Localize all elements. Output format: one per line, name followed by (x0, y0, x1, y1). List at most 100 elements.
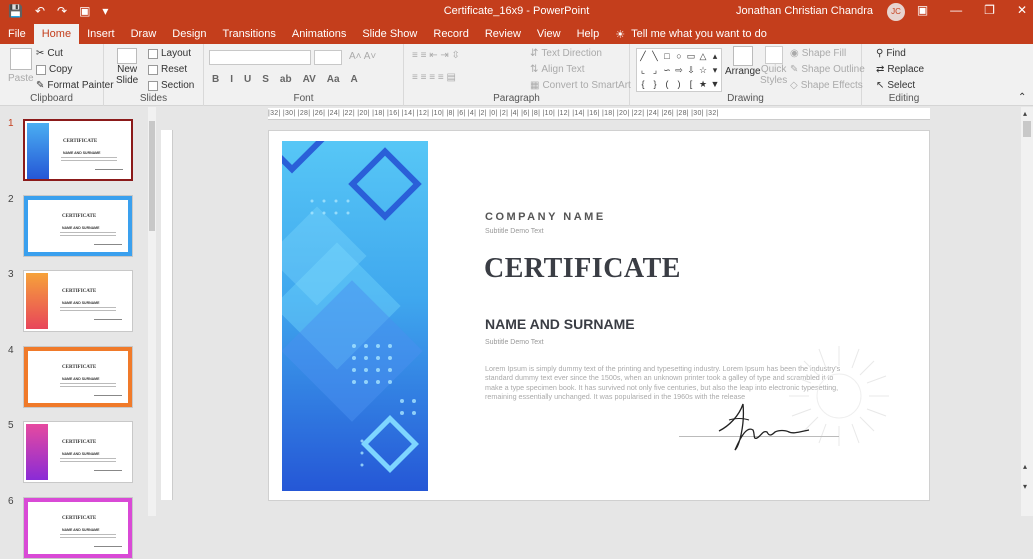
collapse-ribbon-icon[interactable]: ⌃ (1018, 92, 1026, 103)
shape-fill-button[interactable]: ◉ Shape Fill (790, 48, 846, 59)
slide-thumbnail[interactable]: CERTIFICATE NAME AND SURNAME (23, 119, 133, 181)
italic-button[interactable]: I (230, 74, 233, 85)
slide-scroll-thumb[interactable] (1023, 121, 1031, 137)
rect2-icon[interactable]: ▭ (685, 49, 697, 63)
subtitle-1[interactable]: Subtitle Demo Text (485, 228, 544, 235)
thumbnails-scrollbar[interactable] (148, 107, 156, 516)
company-name[interactable]: COMPANY NAME (485, 211, 606, 223)
format-painter-button[interactable]: ✎ Format Painter (36, 80, 114, 91)
font-size-box[interactable] (314, 50, 342, 65)
tab-file[interactable]: File (0, 24, 34, 44)
cursor-icon: ↖ (876, 80, 885, 91)
shape-outline-button[interactable]: ✎ Shape Outline (790, 64, 865, 75)
curve-icon[interactable]: ∽ (661, 63, 673, 77)
tab-home[interactable]: Home (33, 24, 80, 44)
star-icon[interactable]: ☆ (697, 63, 709, 77)
find-button[interactable]: ⚲ Find (876, 48, 906, 59)
scroll-up-icon[interactable]: ▴ (1023, 109, 1027, 118)
certificate-title[interactable]: CERTIFICATE (484, 253, 681, 285)
bold-button[interactable]: B (212, 74, 219, 85)
thumbnail-text-line (60, 458, 116, 459)
tab-insert[interactable]: Insert (79, 24, 123, 44)
align-buttons[interactable]: ≡ ≡ ≡ ≡ ▤ (412, 72, 456, 83)
slide-scrollbar[interactable]: ▴ ▴ ▾ (1021, 107, 1033, 516)
shape-effects-button[interactable]: ◇ Shape Effects (790, 80, 863, 91)
vertical-ruler[interactable] (161, 130, 173, 500)
recipient-name[interactable]: NAME AND SURNAME (485, 316, 635, 332)
strikethrough-button[interactable]: S (262, 74, 269, 85)
select-button[interactable]: ↖ Select (876, 80, 915, 91)
slide-thumbnail[interactable]: CERTIFICATE NAME AND SURNAME (23, 497, 133, 559)
slide-thumbnail[interactable]: CERTIFICATE NAME AND SURNAME (23, 346, 133, 408)
font-size-buttons[interactable]: A˄ A˅ (349, 51, 376, 62)
arrow-right-icon[interactable]: ⇨ (673, 63, 685, 77)
oval-icon[interactable]: ○ (673, 49, 685, 63)
section-button[interactable]: Section (148, 80, 194, 91)
more-shapes-icon[interactable]: ▴ (709, 49, 721, 63)
tab-transitions[interactable]: Transitions (215, 24, 284, 44)
layout-button[interactable]: Layout (148, 48, 191, 59)
arrow-down-icon[interactable]: ⇩ (685, 63, 697, 77)
font-color-button[interactable]: A (351, 74, 358, 85)
quick-styles-button[interactable]: Quick Styles (760, 46, 787, 86)
star2-icon[interactable]: ★ (697, 77, 709, 91)
tab-animations[interactable]: Animations (284, 24, 354, 44)
thumbnails-scroll-thumb[interactable] (149, 121, 155, 231)
replace-button[interactable]: ⇄ Replace (876, 64, 924, 75)
slide-canvas[interactable]: COMPANY NAME Subtitle Demo Text CERTIFIC… (268, 130, 930, 501)
restore-icon[interactable]: ❐ (984, 3, 995, 17)
thumbnail-color-panel (26, 424, 48, 480)
slides-group: New Slide Layout Reset Section Slides (104, 44, 204, 106)
brace-icon[interactable]: { (637, 77, 649, 91)
align-text-button[interactable]: ⇅ Align Text (530, 64, 585, 75)
reset-button[interactable]: Reset (148, 64, 187, 75)
slide-thumbnail[interactable]: CERTIFICATE NAME AND SURNAME (23, 421, 133, 483)
cut-button[interactable]: ✂ Cut (36, 48, 63, 59)
spacing-button[interactable]: AV (303, 74, 316, 85)
scroll-down-icon[interactable]: ▾ (709, 63, 721, 77)
font-name-box[interactable] (209, 50, 311, 65)
brace2-icon[interactable]: } (649, 77, 661, 91)
text-direction-button[interactable]: ⇵ Text Direction (530, 48, 602, 59)
char-spacing-button[interactable]: ab (280, 74, 292, 85)
list-buttons[interactable]: ≡ ≡ ⇤ ⇥ ⇳ (412, 50, 460, 61)
next-slide-icon[interactable]: ▾ (1023, 482, 1027, 491)
tab-draw[interactable]: Draw (123, 24, 165, 44)
line2-icon[interactable]: ╲ (649, 49, 661, 63)
tab-view[interactable]: View (529, 24, 569, 44)
tab-slide-show[interactable]: Slide Show (354, 24, 425, 44)
paren2-icon[interactable]: ) (673, 77, 685, 91)
expand-gallery-icon[interactable]: ▼ (709, 77, 721, 91)
change-case-button[interactable]: Aa (327, 74, 340, 85)
bracket-icon[interactable]: [ (685, 77, 697, 91)
prev-slide-icon[interactable]: ▴ (1023, 462, 1027, 471)
underline-button[interactable]: U (244, 74, 251, 85)
rectangle-icon[interactable]: □ (661, 49, 673, 63)
paste-button[interactable]: Paste (8, 48, 34, 84)
subtitle-2[interactable]: Subtitle Demo Text (485, 339, 544, 346)
arrange-button[interactable]: Arrange (725, 46, 761, 77)
close-icon[interactable]: ✕ (1017, 3, 1027, 17)
smartart-button[interactable]: ▦ Convert to SmartArt (530, 80, 631, 91)
triangle-icon[interactable]: △ (697, 49, 709, 63)
shapes-gallery[interactable]: ╱ ╲ □ ○ ▭ △ ▴ ⌞ ⌟ ∽ ⇨ ⇩ ☆ ▾ {}()[★ ▼ (636, 48, 722, 92)
thumbnail-signature (94, 244, 122, 245)
slide-thumbnail[interactable]: CERTIFICATE NAME AND SURNAME (23, 270, 133, 332)
paren-icon[interactable]: ( (661, 77, 673, 91)
line-icon[interactable]: ╱ (637, 49, 649, 63)
tab-review[interactable]: Review (477, 24, 529, 44)
slide-thumbnail[interactable]: CERTIFICATE NAME AND SURNAME (23, 195, 133, 257)
tab-help[interactable]: Help (569, 24, 608, 44)
tab-design[interactable]: Design (164, 24, 214, 44)
user-name[interactable]: Jonathan Christian Chandra (736, 5, 873, 17)
minimize-icon[interactable]: — (950, 3, 962, 17)
avatar[interactable]: JC (887, 3, 905, 21)
tell-me-box[interactable]: ☀ Tell me what you want to do (615, 28, 767, 41)
tab-record[interactable]: Record (425, 24, 476, 44)
new-slide-button[interactable]: New Slide (116, 48, 138, 86)
copy-button[interactable]: Copy (36, 64, 72, 75)
connector-icon[interactable]: ⌞ (637, 63, 649, 77)
horizontal-ruler[interactable]: |32| |30| |28| |26| |24| |22| |20| |18| … (268, 108, 930, 120)
ribbon-display-options-icon[interactable]: ▣ (917, 3, 928, 17)
connector2-icon[interactable]: ⌟ (649, 63, 661, 77)
